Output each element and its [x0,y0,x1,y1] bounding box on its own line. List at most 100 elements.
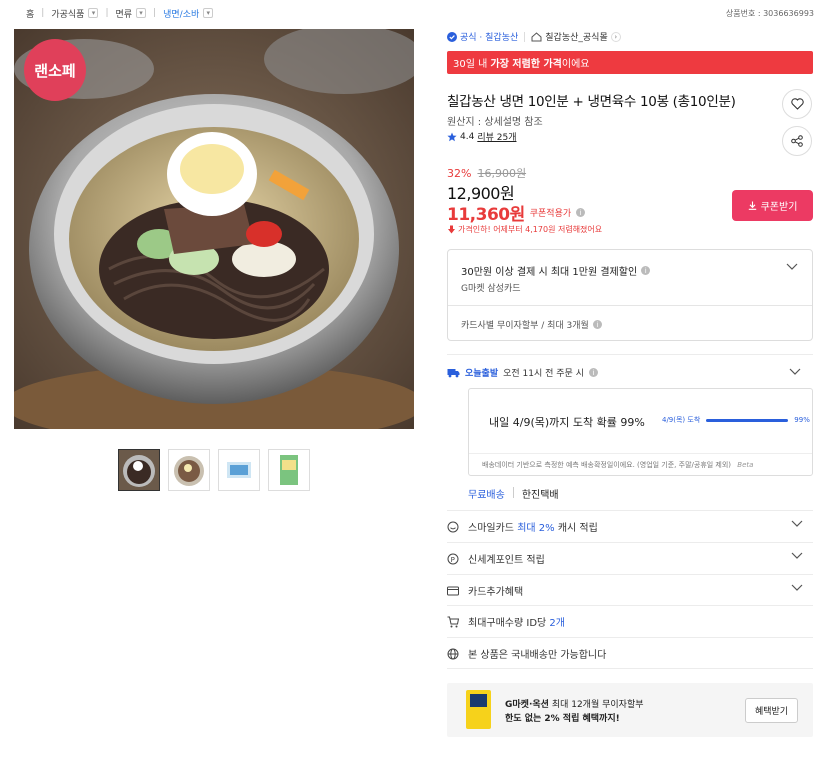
lowest-price-banner: 30일 내 가장 저렴한 가격 이에요 [447,51,813,74]
smile-suffix: 캐시 적립 [557,523,598,534]
truck-icon [447,369,460,378]
chevron-right-icon: › [610,31,621,42]
domestic-text: 본 상품은 국내배송만 가능합니다 [468,650,607,661]
smile-highlight: 최대 2% [517,523,555,534]
thumbnail-3[interactable] [218,449,260,491]
share-button[interactable] [782,126,812,156]
smile-icon [447,521,459,533]
chevron-down-icon[interactable] [789,368,801,376]
coupon-price-row: 11,360원 쿠폰적용가 i [447,200,586,225]
bar-percent: 99% [794,416,810,424]
store-home-icon [531,31,542,41]
thumbnail-1[interactable] [118,449,160,491]
banner-prefix: 30일 내 [453,59,488,70]
installment-text: 카드사별 무이자할부 / 최대 3개월 [461,321,589,331]
smile-card-row[interactable]: 스마일카드 최대 2% 캐시 적립 [447,510,813,542]
price-drop-text: 가격인하! 어제부터 4,170원 저렴해졌어요 [458,225,603,234]
shipping-row: 무료배송 한진택배 [468,486,559,501]
product-main-image[interactable]: 랜소페 [14,29,414,429]
store-link[interactable]: 칠갑농산_공식몰 › [531,30,621,43]
lansope-badge: 랜소페 [24,39,86,101]
card-benefit-box[interactable]: 30만원 이상 결제 시 최대 1만원 결제할인 i G마켓 삼성카드 카드사별… [447,249,813,341]
banner-highlight: 가장 저렴한 가격 [490,59,562,70]
info-icon[interactable]: i [592,320,602,329]
thumbnail-4[interactable] [268,449,310,491]
free-shipping: 무료배송 [468,490,505,501]
breadcrumb-home[interactable]: 홈 [26,7,34,20]
thumbnail-list [118,449,310,491]
card-benefit-title-row: 30만원 이상 결제 시 최대 1만원 결제할인 i [461,263,651,278]
breadcrumb-item-subcategory[interactable]: 면류 [116,7,133,20]
chevron-down-icon[interactable]: ▾ [203,8,214,18]
verified-icon [447,31,457,42]
banner-suffix: 이에요 [561,59,590,70]
product-title: 칠갑농산 냉면 10인분 + 냉면육수 10봉 (총10인분) [447,94,736,110]
chevron-down-icon[interactable] [791,584,803,592]
cart-icon [447,616,459,628]
breadcrumb-item-current[interactable]: 냉면/소바 [163,7,199,20]
promo-line-2: 한도 없는 2% 적립 혜택까지! [505,714,620,724]
chevron-down-icon[interactable]: ▾ [136,8,147,18]
globe-icon [447,648,459,660]
promo-line-1: G마켓·옥션 최대 12개월 무이자할부 [505,697,644,710]
chevron-down-icon[interactable] [786,263,798,271]
delivery-condition: 오전 11시 전 주문 시 [503,369,584,379]
delivery-estimate: 내일 4/9(목)까지 도착 확률 99% [489,416,645,429]
max-purchase-count: 2개 [549,618,565,629]
shinsegae-text: 신세계포인트 적립 [468,555,545,566]
get-benefit-button[interactable]: 혜택받기 [745,698,798,723]
beta-label: Beta [737,461,754,469]
discount-percent: 32% [447,166,472,180]
wishlist-button[interactable] [782,89,812,119]
delivery-row: 오늘출발 오전 11시 전 주문 시 i [447,366,598,379]
delivery-estimate-box: 내일 4/9(목)까지 도착 확률 99% 4/9(목) 도착 99% 배송데이… [468,388,813,476]
point-icon: P [447,553,459,565]
share-icon [791,135,803,147]
promo-line-1-text: 최대 12개월 무이자할부 [551,700,644,710]
card-extra-benefit-row[interactable]: 카드추가혜택 [447,574,813,606]
svg-text:P: P [451,555,455,563]
chevron-down-icon[interactable]: ▾ [88,8,99,18]
chevron-down-icon[interactable] [791,520,803,528]
star-icon [447,132,457,141]
card-benefit-title: 30만원 이상 결제 시 최대 1만원 결제할인 [461,267,638,278]
official-store-badge[interactable]: 공식 · 칠갑농산 [447,30,518,43]
coupon-button-label: 쿠폰받기 [760,202,798,213]
heart-icon [790,98,804,110]
delivery-note-text: 배송데이터 기반으로 측정한 예측 배송확정일이에요. (영업일 기준, 주말/… [482,461,732,469]
gmarket-card-logo [466,690,491,729]
breadcrumb-item-category[interactable]: 가공식품 [51,7,84,20]
today-ship-badge: 오늘출발 [465,369,499,379]
info-icon[interactable]: i [641,266,651,275]
max-purchase-row: 최대구매수량 ID당 2개 [447,605,813,637]
breadcrumb-separator: | [105,8,109,18]
divider [447,668,813,669]
breadcrumb-separator: | [153,8,157,18]
thumbnail-2[interactable] [168,449,210,491]
info-icon[interactable]: i [576,208,586,217]
store-name: 칠갑농산_공식몰 [545,33,608,43]
info-icon[interactable]: i [588,368,598,377]
chevron-down-icon[interactable] [791,552,803,560]
divider [447,354,813,355]
seller-info: 공식 · 칠갑농산 칠갑농산_공식몰 › [447,30,621,43]
breadcrumb: 홈 | 가공식품 ▾ | 면류 ▾ | 냉면/소바 ▾ [26,6,214,20]
smile-prefix: 스마일카드 [468,523,514,534]
original-price: 16,900원 [477,167,527,180]
coupon-download-button[interactable]: 쿠폰받기 [732,190,813,221]
breadcrumb-separator: | [41,8,45,18]
price-drop-note: 가격인하! 어제부터 4,170원 저렴해졌어요 [447,224,602,235]
rating: 4.4 리뷰 25개 [447,130,516,143]
product-origin: 원산지 : 상세설명 참조 [447,117,543,128]
delivery-note: 배송데이터 기반으로 측정한 예측 배송확정일이에요. (영업일 기준, 주말/… [482,460,753,470]
discount-row: 32% 16,900원 [447,165,526,181]
product-id: 상품번호 : 3036636993 [725,9,814,18]
gmarket-promo-box: G마켓·옥션 최대 12개월 무이자할부 한도 없는 2% 적립 혜택까지! 혜… [447,683,813,737]
review-link[interactable]: 리뷰 25개 [477,130,516,143]
coupon-price-label: 쿠폰적용가 [529,209,572,219]
shinsegae-point-row[interactable]: P 신세계포인트 적립 [447,542,813,574]
down-arrow-icon [448,225,455,234]
rating-value: 4.4 [460,131,475,142]
promo-brand: G마켓·옥션 [505,700,549,710]
divider [469,453,812,454]
